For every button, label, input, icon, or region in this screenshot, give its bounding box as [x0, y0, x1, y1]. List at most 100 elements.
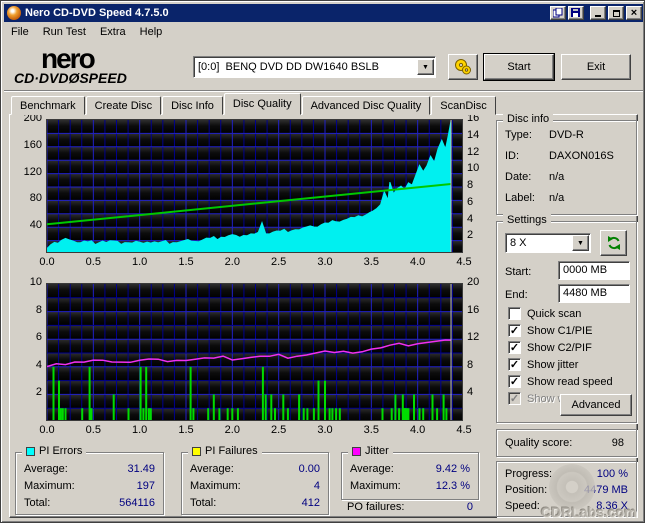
tab-benchmark[interactable]: Benchmark: [11, 96, 85, 115]
close-icon: ×: [630, 7, 638, 19]
checkbox-show-c1-pie[interactable]: ✓ Show C1/PIE: [508, 324, 592, 337]
tick-label: 3.0: [317, 256, 333, 268]
tab-disc-info[interactable]: Disc Info: [162, 96, 223, 115]
tick-label: 80: [29, 192, 42, 205]
end-field-label: End:: [505, 289, 528, 301]
eject-button[interactable]: [448, 54, 478, 80]
tab-disc-quality[interactable]: Disc Quality: [223, 93, 301, 115]
tick-label: 2.5: [271, 256, 287, 268]
drive-select-dropdown[interactable]: ▼: [417, 59, 434, 75]
tick-label: 20: [467, 276, 480, 288]
tick-label: 0.0: [39, 256, 55, 268]
chevron-down-icon: ▼: [422, 63, 429, 71]
pi-errors-maximum: 197: [136, 480, 155, 492]
tick-label: 3.5: [363, 256, 379, 268]
app-window: Nero CD-DVD Speed 4.7.5.0 × File Run Tes…: [0, 0, 645, 523]
tick-label: 2: [467, 229, 474, 242]
tick-label: 40: [29, 219, 42, 232]
pi-errors-legend: PI Errors: [39, 445, 83, 457]
checkbox-icon[interactable]: ✓: [508, 341, 521, 354]
exit-button[interactable]: Exit: [561, 54, 631, 80]
tick-label: 1.5: [178, 256, 194, 268]
tick-label: 120: [23, 165, 42, 178]
checkbox-show-c2-pif[interactable]: ✓ Show C2/PIF: [508, 341, 592, 354]
disc-id-label: ID:: [505, 150, 520, 162]
quality-score-label: Quality score:: [505, 437, 573, 449]
pi-errors-total: 564116: [119, 497, 155, 509]
speed-select-dropdown[interactable]: ▼: [572, 235, 589, 251]
app-icon: [7, 6, 21, 20]
tick-label: 4.0: [410, 424, 426, 436]
menu-help[interactable]: Help: [133, 24, 170, 40]
window-title: Nero CD-DVD Speed 4.7.5.0: [25, 7, 169, 19]
tick-label: 0.0: [39, 424, 55, 436]
checkbox-icon[interactable]: [508, 307, 521, 320]
refresh-button[interactable]: [600, 230, 627, 256]
title-bar[interactable]: Nero CD-DVD Speed 4.7.5.0 ×: [4, 4, 643, 22]
jitter-legend: Jitter: [365, 445, 389, 457]
cdrlabs-watermark: CDRLabs.com: [541, 504, 637, 520]
menu-extra[interactable]: Extra: [93, 24, 133, 40]
checkbox-icon[interactable]: ✓: [508, 358, 521, 371]
progress-value: 100 %: [596, 468, 628, 480]
toolbar-separator: [4, 90, 643, 92]
tick-label: 1.5: [178, 424, 194, 436]
label: Average:: [350, 463, 394, 475]
tick-label: 4.5: [456, 424, 472, 436]
tab-strip: Benchmark Create Disc Disc Info Disc Qua…: [11, 93, 497, 115]
checkbox-icon[interactable]: ✓: [508, 375, 521, 388]
drive-select[interactable]: [0:0] BENQ DVD DD DW1640 BSLB ▼: [193, 56, 436, 78]
cddvd-speed-logo: CD·DVDØSPEED: [14, 70, 127, 86]
copy-button[interactable]: [550, 6, 566, 20]
tick-label: 12: [467, 331, 480, 344]
pi-errors-average: 31.49: [127, 463, 155, 475]
minimize-button[interactable]: [590, 6, 606, 20]
minimize-icon: [595, 15, 601, 17]
end-field[interactable]: 4480 MB: [558, 284, 630, 303]
label: Total:: [24, 497, 51, 509]
eject-disc-icon: [455, 59, 471, 75]
speed-select[interactable]: 8 X ▼: [505, 233, 591, 253]
start-field[interactable]: 0000 MB: [558, 261, 630, 280]
tab-advanced-disc-quality[interactable]: Advanced Disc Quality: [301, 96, 431, 115]
checkbox-quick-scan[interactable]: Quick scan: [508, 307, 581, 320]
checkbox-show-read-speed[interactable]: ✓ Show read speed: [508, 375, 613, 388]
label: Maximum:: [190, 480, 241, 492]
pi-errors-swatch: [26, 446, 35, 456]
pif-chart: 2 4 6 8 10 4 8 12 16 20 0.0 0.5 1.0 1.5 2.0 2.5 3.0 3.5 4.…: [13, 276, 483, 451]
tab-scandisc[interactable]: ScanDisc: [431, 96, 496, 115]
maximize-button[interactable]: [608, 6, 624, 20]
tick-label: 3.5: [363, 424, 379, 436]
menu-run-test[interactable]: Run Test: [36, 24, 93, 40]
speed-label: Speed:: [505, 500, 540, 512]
checkbox-icon: ✓: [508, 392, 521, 405]
copy-icon: [553, 8, 563, 18]
save-button[interactable]: [568, 6, 584, 20]
advanced-button[interactable]: Advanced: [560, 394, 632, 416]
checkbox-icon[interactable]: ✓: [508, 324, 521, 337]
speed-select-value: 8 X: [510, 237, 527, 249]
label: Average:: [24, 463, 68, 475]
tick-label: 160: [23, 138, 42, 151]
pi-failures-total: 412: [301, 497, 320, 509]
position-label: Position:: [505, 484, 548, 496]
start-button[interactable]: Start: [483, 53, 555, 81]
logo-disc-icon: Ø: [68, 70, 80, 86]
tick-label: 4.0: [410, 256, 426, 268]
tick-label: 0.5: [85, 256, 101, 268]
tick-label: 1.0: [132, 256, 148, 268]
checkbox-show-jitter[interactable]: ✓ Show jitter: [508, 358, 578, 371]
jitter-average: 9.42 %: [435, 463, 470, 475]
pi-failures-legend: PI Failures: [205, 445, 258, 457]
menu-file[interactable]: File: [4, 24, 36, 40]
chart-pif: [46, 283, 463, 421]
tick-label: 4: [467, 386, 474, 399]
refresh-icon: [607, 236, 620, 250]
close-button[interactable]: ×: [626, 6, 642, 20]
disc-type-value: DVD-R: [549, 129, 584, 141]
pi-failures-swatch: [192, 446, 201, 456]
tick-label: 8: [467, 358, 474, 371]
tab-create-disc[interactable]: Create Disc: [85, 96, 162, 115]
tick-label: 6: [35, 331, 42, 344]
quality-score-box: Quality score: 98: [496, 429, 637, 457]
